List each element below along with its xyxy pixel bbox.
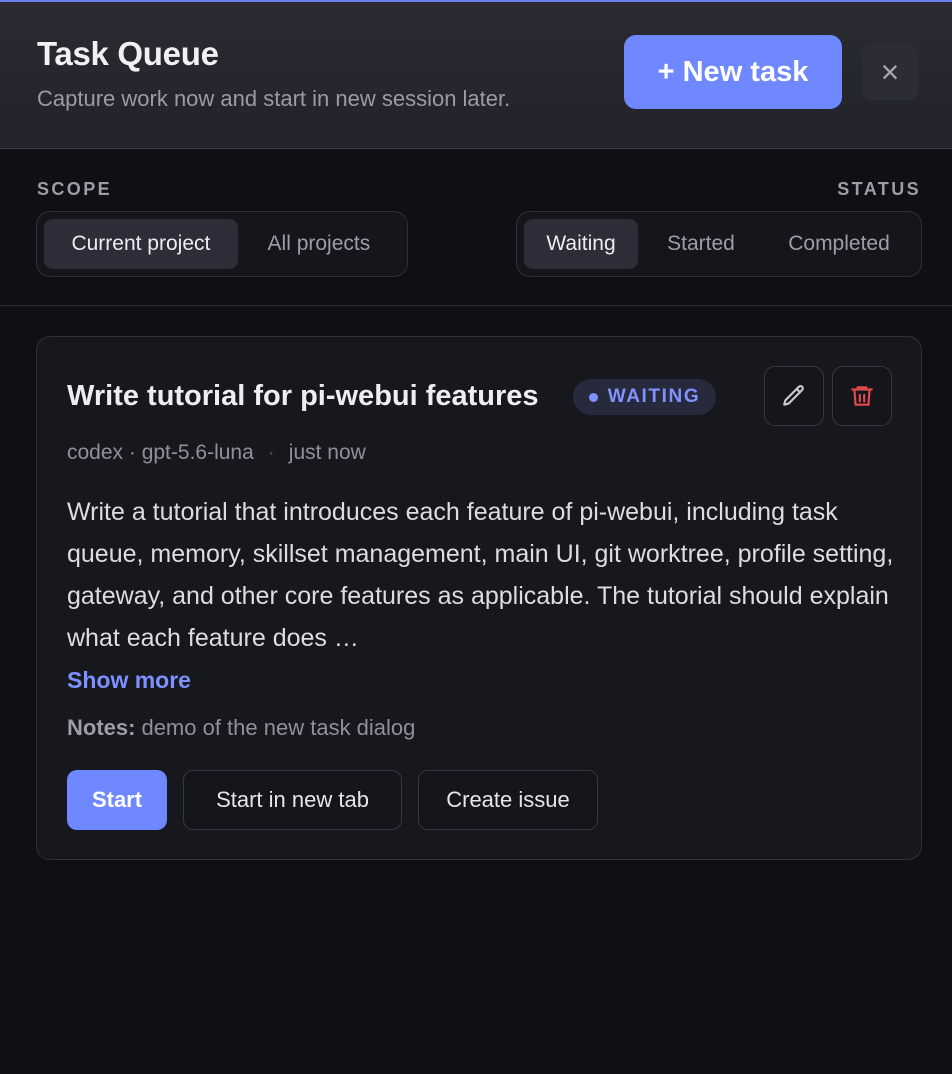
start-button[interactable]: Start bbox=[67, 770, 167, 830]
status-option-waiting[interactable]: Waiting bbox=[524, 219, 638, 269]
page-subtitle: Capture work now and start in new sessio… bbox=[37, 86, 511, 111]
close-icon: × bbox=[880, 53, 900, 90]
notes-value: demo of the new task dialog bbox=[141, 715, 416, 740]
status-label: STATUS bbox=[837, 179, 921, 199]
task-queue-panel: Task Queue Capture work now and start in… bbox=[0, 0, 952, 1074]
task-meta: codex · gpt-5.6-luna · just now bbox=[67, 441, 366, 465]
task-description: Write a tutorial that introduces each fe… bbox=[67, 498, 894, 652]
edit-task-button[interactable] bbox=[764, 366, 824, 426]
task-time: just now bbox=[288, 441, 366, 464]
task-card: Write tutorial for pi-webui features WAI… bbox=[36, 336, 922, 860]
show-more-link[interactable]: Show more bbox=[67, 667, 191, 694]
status-option-started[interactable]: Started bbox=[638, 219, 764, 269]
new-task-button[interactable]: + New task bbox=[624, 35, 842, 109]
agent-model: codex · gpt-5.6-luna bbox=[67, 441, 254, 464]
status-badge: WAITING bbox=[573, 379, 716, 415]
status-option-completed[interactable]: Completed bbox=[764, 219, 914, 269]
header: Task Queue Capture work now and start in… bbox=[0, 2, 952, 149]
create-issue-button[interactable]: Create issue bbox=[418, 770, 598, 830]
status-badge-label: WAITING bbox=[607, 386, 701, 407]
meta-separator: · bbox=[267, 441, 275, 464]
delete-task-button[interactable] bbox=[832, 366, 892, 426]
scope-option-current-project[interactable]: Current project bbox=[44, 219, 238, 269]
status-segmented-control: Waiting Started Completed bbox=[516, 211, 922, 277]
trash-icon bbox=[851, 386, 873, 406]
page-title: Task Queue bbox=[37, 35, 219, 72]
close-button[interactable]: × bbox=[862, 44, 918, 100]
task-actions: Start Start in new tab Create issue bbox=[67, 770, 598, 830]
status-dot-icon bbox=[588, 392, 598, 402]
scope-label: SCOPE bbox=[37, 179, 113, 199]
scope-option-all-projects[interactable]: All projects bbox=[238, 219, 400, 269]
pencil-icon bbox=[783, 385, 804, 406]
task-title: Write tutorial for pi-webui features bbox=[67, 380, 539, 412]
task-notes: Notes: demo of the new task dialog bbox=[67, 715, 415, 741]
start-in-new-tab-button[interactable]: Start in new tab bbox=[183, 770, 402, 830]
scope-segmented-control: Current project All projects bbox=[36, 211, 408, 277]
filters-bar: SCOPE STATUS Current project All project… bbox=[0, 149, 952, 306]
notes-label: Notes: bbox=[67, 715, 136, 740]
